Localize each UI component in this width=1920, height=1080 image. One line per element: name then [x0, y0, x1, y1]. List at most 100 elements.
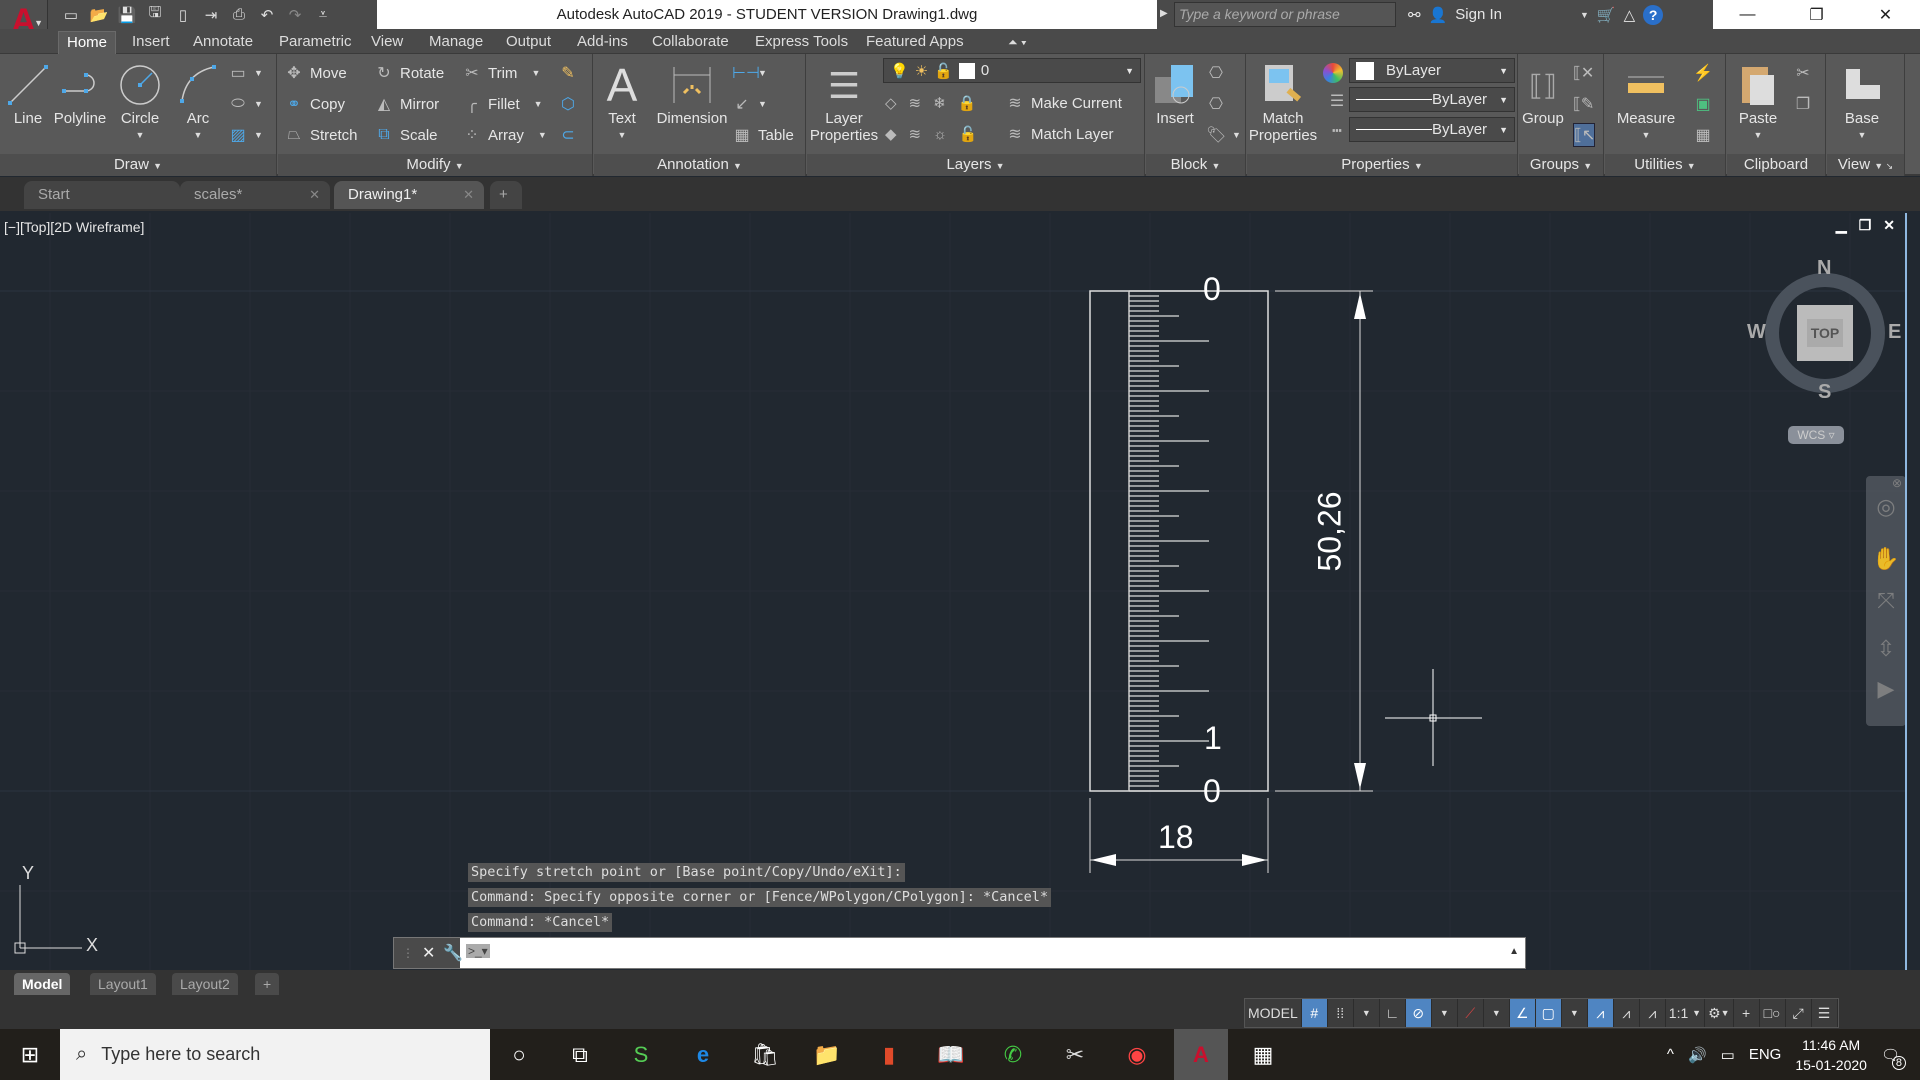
dimension-button[interactable]: Dimension — [652, 60, 732, 127]
layer-lock-icon[interactable]: 🔒 — [958, 94, 977, 112]
polyline-button[interactable]: Polyline — [52, 60, 108, 127]
navbar-close-icon[interactable]: ⊗ — [1866, 476, 1905, 490]
group-selection-toggle[interactable]: ⟦↖ — [1573, 123, 1595, 147]
tab-featured-apps[interactable]: Featured Apps — [858, 31, 972, 54]
layer-dropdown[interactable]: 💡 ☀ 🔓 0 ▼ — [883, 58, 1141, 83]
doc-tab-drawing1[interactable]: Drawing1* ✕ — [334, 181, 484, 209]
select-all-button[interactable]: ▣ — [1693, 92, 1713, 116]
office-app-icon[interactable]: ▮ — [864, 1029, 914, 1080]
open-from-web-icon[interactable]: ▯ — [172, 4, 194, 26]
annotation-panel-label[interactable]: Annotation ▼ — [594, 154, 805, 176]
customize-wrench-icon[interactable]: 🔧 — [443, 943, 463, 963]
open-icon[interactable]: 📂 — [88, 4, 110, 26]
create-block-button[interactable]: ⎔ — [1206, 61, 1226, 85]
move-button[interactable]: ✥ Move — [284, 61, 346, 85]
workspace-gear-icon[interactable]: ⚙ ▼ — [1705, 999, 1734, 1027]
minimize-button[interactable]: — — [1713, 0, 1782, 29]
group-button[interactable]: ⟦⟧ Group — [1519, 60, 1567, 127]
tab-collaborate[interactable]: Collaborate — [644, 31, 737, 54]
text-button[interactable]: A Text ▼ — [602, 60, 642, 144]
steering-wheel-icon[interactable]: ◎ — [1866, 494, 1905, 520]
chevron-down-icon[interactable]: ▼ — [1580, 10, 1589, 20]
compass-west[interactable]: W — [1747, 321, 1766, 344]
layer-unisolate-icon[interactable]: ≋ — [909, 125, 922, 143]
customization-menu-icon[interactable]: ☰ — [1812, 999, 1838, 1027]
doc-tab-scales[interactable]: scales* ✕ — [180, 181, 330, 209]
layer-thaw-icon[interactable]: ☼ — [933, 126, 947, 143]
chevron-down-icon[interactable]: ▼ — [1484, 999, 1510, 1027]
close-button[interactable]: ✕ — [1851, 0, 1920, 29]
recent-commands-icon[interactable]: >_▾ — [466, 944, 490, 958]
command-input[interactable] — [504, 940, 1484, 966]
utilities-panel-label[interactable]: Utilities ▼ — [1605, 154, 1725, 176]
new-layout-button[interactable]: + — [255, 973, 280, 995]
new-tab-button[interactable]: + — [490, 181, 522, 209]
pan-icon[interactable]: ✋ — [1866, 546, 1905, 572]
command-history-toggle-icon[interactable]: ▲ — [1509, 946, 1519, 957]
tab-parametric[interactable]: Parametric — [271, 31, 360, 54]
ellipse-button[interactable]: ⬭ ▼ — [228, 92, 263, 116]
clock[interactable]: 11:46 AM 15-01-2020 — [1795, 1035, 1867, 1075]
chevron-down-icon[interactable]: ▼ — [1562, 999, 1588, 1027]
object-snap-icon[interactable]: ▢ — [1535, 999, 1562, 1027]
binoculars-icon[interactable]: ⚯ — [1408, 6, 1421, 24]
fillet-button[interactable]: ╭ Fillet ▼ — [462, 92, 542, 116]
store-icon[interactable]: 🛍 — [740, 1029, 790, 1080]
tab-view[interactable]: View — [363, 31, 411, 54]
autocad-taskbar-icon[interactable]: A — [1174, 1029, 1228, 1080]
tab-manage[interactable]: Manage — [421, 31, 491, 54]
calculator-button[interactable]: ▦ — [1693, 123, 1713, 147]
group-edit-button[interactable]: ⟦✎ — [1573, 92, 1594, 116]
tab-output[interactable]: Output — [498, 31, 559, 54]
annotation-scale-icon[interactable]: ⩘ — [1640, 999, 1666, 1027]
viewcube-face[interactable]: TOP — [1797, 305, 1853, 361]
close-command-icon[interactable]: ✕ — [422, 943, 435, 963]
taskbar-search-input[interactable]: ⌕ Type here to search — [60, 1029, 490, 1080]
layer-isolate-icon[interactable]: ≋ — [909, 94, 922, 112]
attribute-button[interactable]: 🏷 ▼ — [1206, 123, 1241, 147]
make-current-button[interactable]: ≋ Make Current — [1005, 91, 1122, 115]
modify-panel-label[interactable]: Modify ▼ — [278, 154, 592, 176]
layout-tab-layout2[interactable]: Layout2 — [172, 973, 238, 995]
doc-tab-start[interactable]: Start — [24, 181, 180, 209]
layer-freeze-icon[interactable]: ❄ — [933, 94, 946, 112]
layout-tab-model[interactable]: Model — [14, 973, 71, 995]
arc-button[interactable]: Arc ▼ — [176, 60, 220, 144]
calculator-taskbar-icon[interactable]: ▦ — [1238, 1029, 1288, 1080]
viewport-scrollbar[interactable] — [1905, 213, 1920, 970]
cart-icon[interactable]: 🛒 — [1597, 6, 1616, 24]
compass-north[interactable]: N — [1817, 257, 1831, 280]
expand-search-icon[interactable]: ▶ — [1160, 8, 1168, 19]
maximize-button[interactable]: ❐ — [1782, 0, 1851, 29]
base-button[interactable]: Base ▼ — [1837, 60, 1887, 144]
rotate-button[interactable]: ↻ Rotate — [374, 61, 444, 85]
linear-dim-button[interactable]: ⊢⊣ ▼ — [732, 61, 767, 85]
fullscreen-icon[interactable]: ⤢ — [1786, 999, 1812, 1027]
erase-button[interactable]: ✎ — [558, 61, 578, 85]
save-as-icon[interactable]: 🖫 — [144, 4, 166, 26]
tab-home[interactable]: Home — [58, 31, 117, 54]
annotation-visibility-icon[interactable]: ⩘ — [1587, 999, 1614, 1027]
compass-south[interactable]: S — [1818, 381, 1831, 404]
compass-east[interactable]: E — [1888, 321, 1901, 344]
view-panel-label[interactable]: View ▼ ↘ — [1827, 154, 1904, 176]
ungroup-button[interactable]: ⟦✕ — [1573, 61, 1594, 85]
save-to-web-icon[interactable]: ⇥ — [200, 4, 222, 26]
leader-button[interactable]: ↙ ▼ — [732, 92, 767, 116]
file-explorer-icon[interactable]: 📁 — [802, 1029, 852, 1080]
layers-panel-label[interactable]: Layers ▼ — [807, 154, 1144, 176]
block-panel-label[interactable]: Block ▼ — [1146, 154, 1245, 176]
snipping-tool-icon[interactable]: ✂ — [1050, 1029, 1100, 1080]
layer-unlock-icon[interactable]: 🔓 — [959, 125, 978, 143]
undo-icon[interactable]: ↶ — [256, 4, 278, 26]
layer-off-icon[interactable]: ◇ — [885, 94, 897, 112]
chevron-down-icon[interactable]: ▼ — [1354, 999, 1380, 1027]
insert-button[interactable]: Insert — [1150, 60, 1200, 127]
paste-button[interactable]: Paste ▼ — [1733, 60, 1783, 144]
auto-scale-icon[interactable]: ⩘ — [1614, 999, 1640, 1027]
viewcube[interactable]: TOP N S E W WCS ▿ — [1747, 257, 1901, 444]
copy-button[interactable]: ⚭ Copy — [284, 92, 345, 116]
sync-app-icon[interactable]: S — [616, 1029, 666, 1080]
chrome-icon[interactable]: ◉ — [1112, 1029, 1162, 1080]
annotation-scale-dropdown[interactable]: 1:1 ▼ — [1666, 999, 1706, 1027]
